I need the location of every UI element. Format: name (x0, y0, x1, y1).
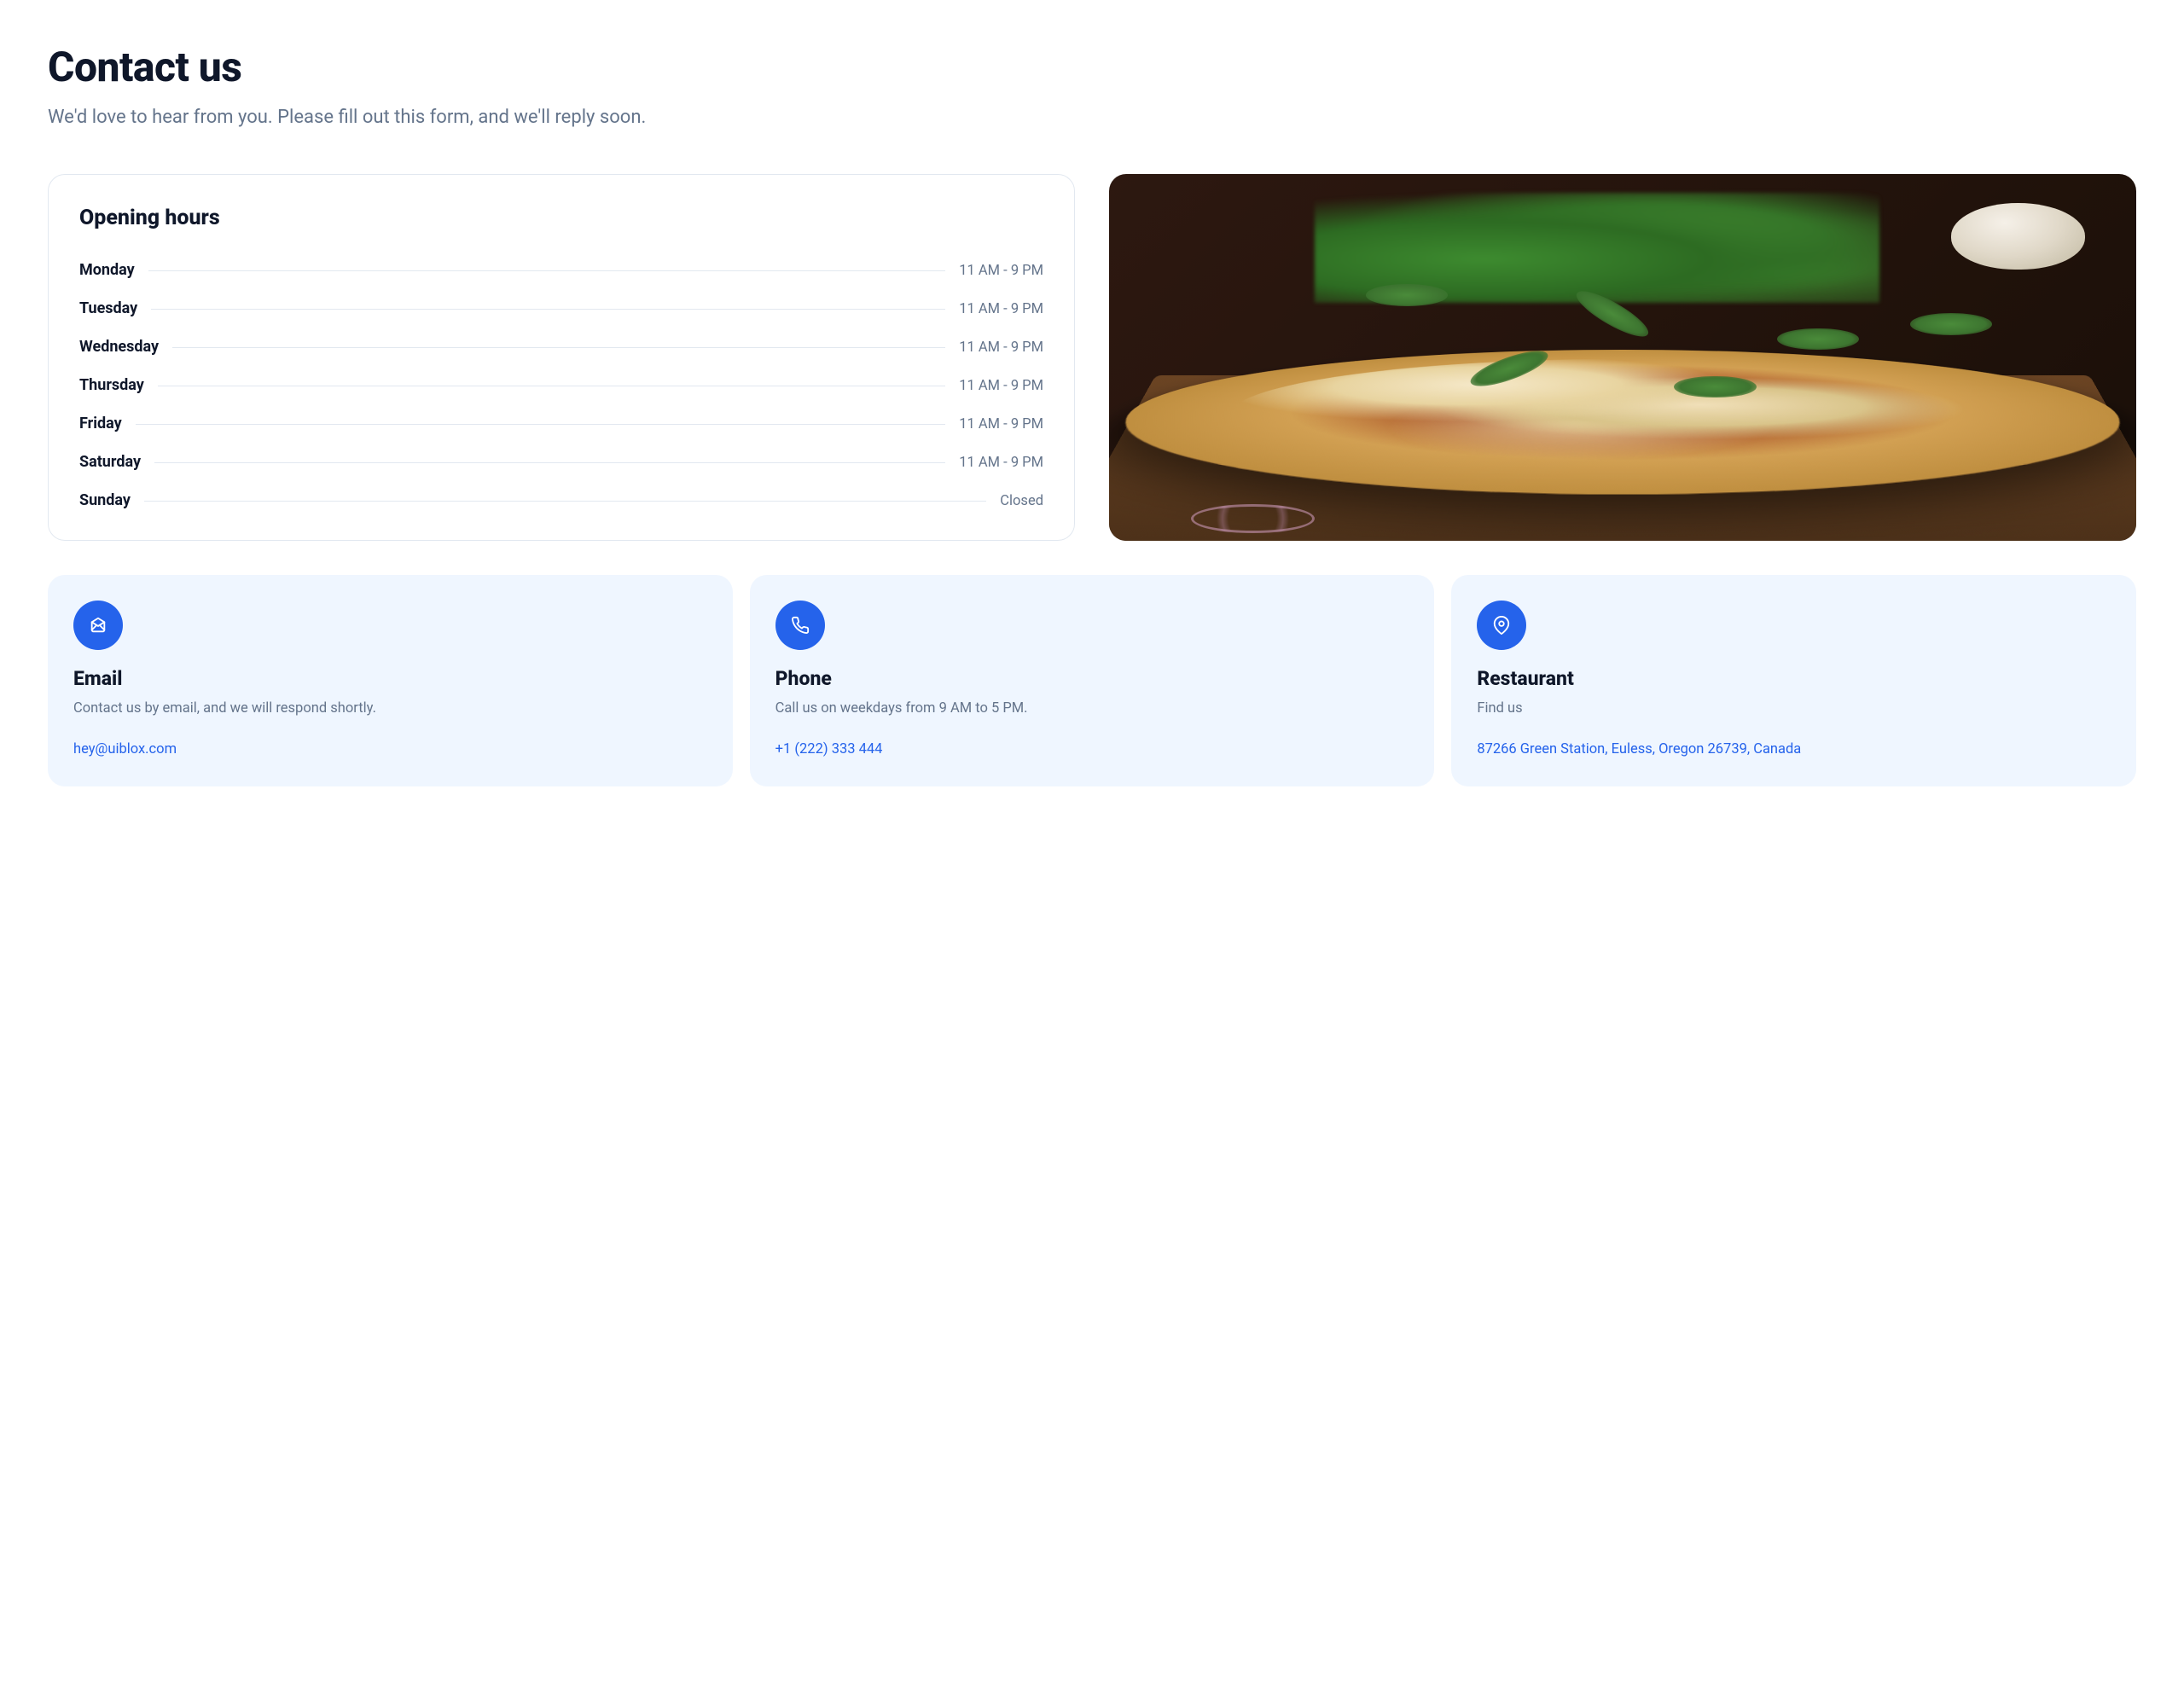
day-name: Friday (79, 415, 122, 432)
day-time: 11 AM - 9 PM (959, 378, 1043, 394)
top-section: Opening hours Monday 11 AM - 9 PM Tuesda… (48, 174, 2136, 541)
email-icon (73, 601, 123, 650)
restaurant-card: Restaurant Find us 87266 Green Station, … (1451, 575, 2136, 786)
page-title: Contact us (48, 43, 2136, 91)
hours-row: Thursday 11 AM - 9 PM (79, 376, 1043, 394)
hours-row: Sunday Closed (79, 491, 1043, 509)
day-time: 11 AM - 9 PM (959, 416, 1043, 432)
card-description: Find us (1477, 699, 2111, 720)
hours-row: Monday 11 AM - 9 PM (79, 261, 1043, 279)
phone-icon (775, 601, 825, 650)
email-card: Email Contact us by email, and we will r… (48, 575, 733, 786)
hours-row: Saturday 11 AM - 9 PM (79, 453, 1043, 471)
divider (154, 462, 945, 463)
day-name: Wednesday (79, 338, 159, 356)
opening-hours-title: Opening hours (79, 206, 1043, 230)
card-title: Phone (775, 667, 1409, 690)
day-time: Closed (1000, 493, 1043, 509)
day-time: 11 AM - 9 PM (959, 301, 1043, 317)
card-title: Email (73, 667, 707, 690)
day-time: 11 AM - 9 PM (959, 455, 1043, 471)
divider (148, 270, 946, 271)
location-icon (1477, 601, 1526, 650)
divider (151, 309, 945, 310)
day-time: 11 AM - 9 PM (959, 263, 1043, 279)
address-link[interactable]: 87266 Green Station, Euless, Oregon 2673… (1477, 739, 1801, 761)
hours-row: Tuesday 11 AM - 9 PM (79, 299, 1043, 317)
day-name: Thursday (79, 376, 144, 394)
day-name: Tuesday (79, 299, 137, 317)
divider (144, 501, 986, 502)
day-name: Saturday (79, 453, 141, 471)
phone-card: Phone Call us on weekdays from 9 AM to 5… (750, 575, 1435, 786)
day-name: Sunday (79, 491, 131, 509)
day-name: Monday (79, 261, 135, 279)
day-time: 11 AM - 9 PM (959, 339, 1043, 356)
card-description: Call us on weekdays from 9 AM to 5 PM. (775, 699, 1409, 720)
food-image (1109, 174, 2136, 541)
hours-row: Friday 11 AM - 9 PM (79, 415, 1043, 432)
divider (136, 424, 946, 425)
opening-hours-card: Opening hours Monday 11 AM - 9 PM Tuesda… (48, 174, 1075, 541)
card-title: Restaurant (1477, 667, 2111, 690)
hours-row: Wednesday 11 AM - 9 PM (79, 338, 1043, 356)
divider (172, 347, 945, 348)
email-link[interactable]: hey@uiblox.com (73, 739, 177, 761)
phone-link[interactable]: +1 (222) 333 444 (775, 739, 883, 761)
page-subtitle: We'd love to hear from you. Please fill … (48, 107, 2136, 128)
contact-cards: Email Contact us by email, and we will r… (48, 575, 2136, 786)
card-description: Contact us by email, and we will respond… (73, 699, 707, 720)
